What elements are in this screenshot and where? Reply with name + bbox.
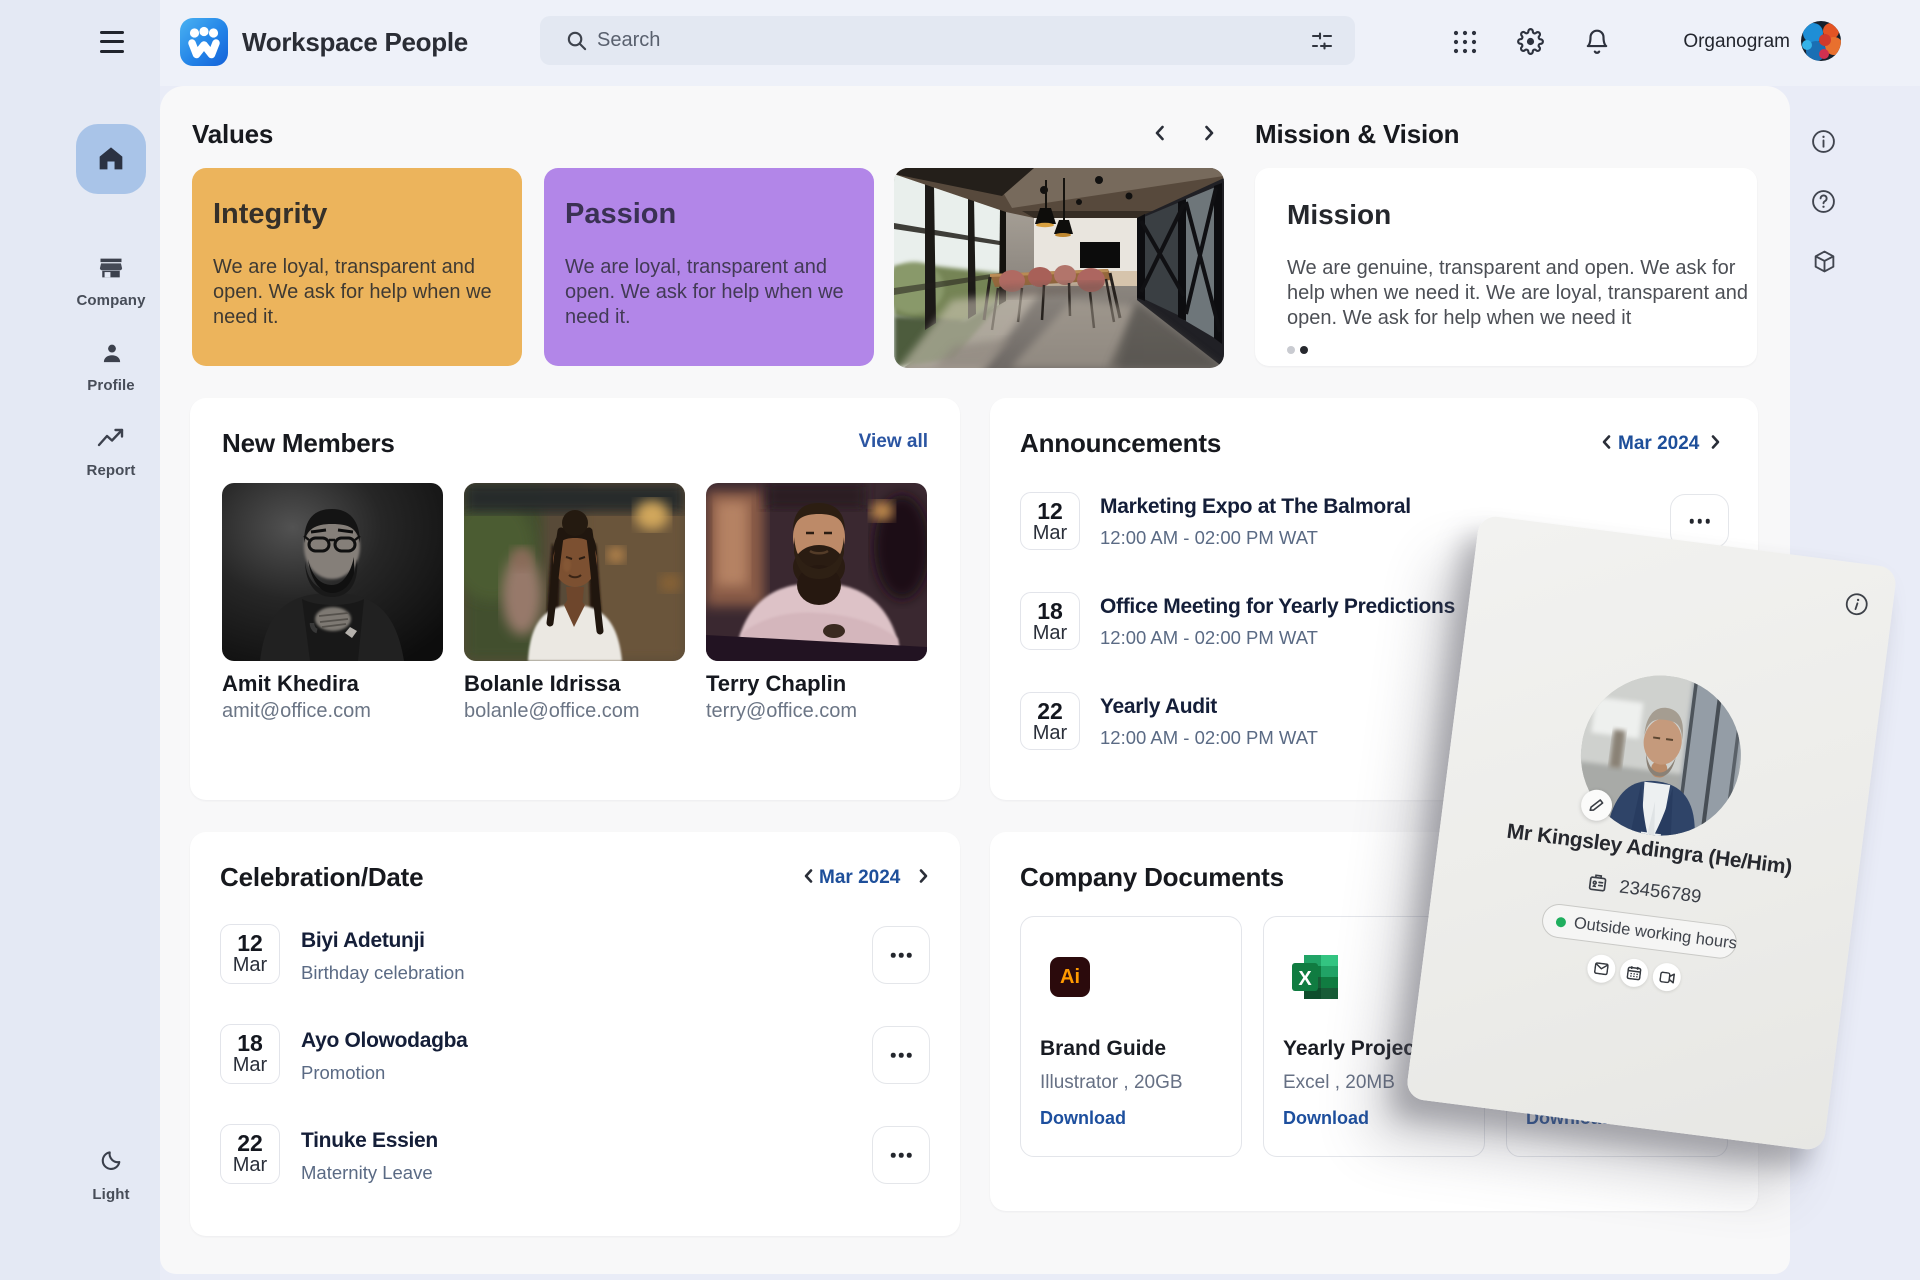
svg-text:X: X bbox=[1298, 968, 1312, 990]
